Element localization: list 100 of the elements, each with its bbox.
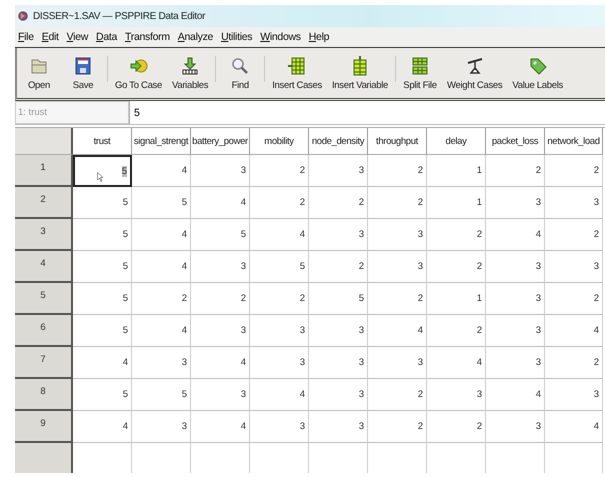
toolbar-button[interactable]: Go To Case — [110, 48, 167, 98]
table-cell[interactable]: 3 — [486, 411, 545, 443]
menu-item[interactable]: Edit — [42, 31, 59, 43]
table-cell[interactable]: 4 — [486, 219, 545, 251]
table-cell[interactable]: 2 — [250, 283, 309, 315]
table-cell[interactable]: 4 — [132, 315, 191, 347]
row-header[interactable]: 7 — [15, 347, 73, 379]
toolbar-button[interactable]: Insert Variable — [326, 48, 393, 98]
table-cell[interactable]: 3 — [191, 251, 250, 283]
table-cell[interactable]: 4 — [132, 251, 191, 283]
table-cell[interactable]: 4 — [545, 411, 603, 443]
table-cell[interactable]: 3 — [309, 155, 368, 187]
row-header[interactable]: 4 — [15, 251, 73, 283]
menu-item[interactable]: Windows — [260, 31, 301, 43]
table-cell[interactable]: 3 — [132, 411, 191, 443]
table-cell[interactable]: 3 — [250, 315, 309, 347]
toolbar-button[interactable]: Save — [61, 48, 105, 98]
table-cell[interactable]: 3 — [309, 315, 368, 347]
table-cell[interactable]: 2 — [427, 219, 486, 251]
row-header[interactable]: 8 — [15, 379, 73, 411]
table-cell[interactable]: 5 — [191, 219, 250, 251]
table-cell[interactable]: 5 — [250, 251, 309, 283]
table-cell[interactable]: 3 — [486, 187, 545, 219]
table-cell[interactable]: 3 — [250, 347, 309, 379]
table-cell[interactable]: 4 — [368, 315, 427, 347]
menu-item[interactable]: Analyze — [178, 31, 214, 43]
table-cell[interactable]: 3 — [191, 379, 250, 411]
table-cell[interactable]: 2 — [368, 187, 427, 219]
toolbar-button[interactable]: Weight Cases — [442, 48, 508, 98]
table-cell[interactable]: 1 — [427, 187, 486, 219]
column-header[interactable]: network_load — [545, 128, 603, 155]
row-header[interactable] — [15, 443, 73, 473]
table-cell[interactable]: 4 — [191, 411, 250, 443]
row-header[interactable]: 6 — [15, 315, 73, 347]
table-cell[interactable]: 5 — [73, 219, 132, 251]
menu-item[interactable]: File — [18, 31, 34, 43]
table-cell[interactable]: 5 — [132, 187, 191, 219]
table-cell[interactable]: 2 — [545, 283, 603, 315]
table-cell[interactable]: 2 — [486, 155, 545, 187]
table-cell[interactable]: 4 — [132, 219, 191, 251]
table-cell[interactable]: 4 — [250, 219, 309, 251]
table-cell[interactable]: 4 — [545, 315, 603, 347]
row-header[interactable]: 1 — [15, 155, 73, 187]
table-cell[interactable]: 3 — [545, 187, 603, 219]
table-cell[interactable]: 1 — [427, 283, 486, 315]
table-cell[interactable]: 5 — [309, 283, 368, 315]
table-cell[interactable]: 2 — [250, 155, 309, 187]
toolbar-button[interactable]: Insert Cases — [267, 48, 327, 98]
table-cell[interactable]: 2 — [250, 187, 309, 219]
table-cell[interactable]: 4 — [132, 155, 191, 187]
column-header[interactable]: battery_power — [191, 128, 250, 155]
table-cell[interactable]: 3 — [250, 411, 309, 443]
row-header[interactable]: 5 — [15, 283, 73, 315]
toolbar-button[interactable]: Split File — [398, 48, 442, 98]
table-cell[interactable]: 3 — [368, 347, 427, 379]
table-cell[interactable]: 5 — [73, 155, 132, 187]
table-cell[interactable]: 3 — [309, 411, 368, 443]
table-cell[interactable]: 3 — [309, 219, 368, 251]
table-cell[interactable]: 2 — [427, 315, 486, 347]
menu-item[interactable]: Help — [308, 31, 330, 43]
table-cell[interactable]: 5 — [73, 251, 132, 283]
table-cell[interactable]: 2 — [132, 283, 191, 315]
menu-item[interactable]: Utilities — [221, 31, 252, 43]
table-cell[interactable]: 3 — [545, 251, 603, 283]
table-cell[interactable]: 1 — [427, 155, 486, 187]
menu-item[interactable]: Transform — [125, 31, 170, 43]
table-cell[interactable]: 3 — [132, 347, 191, 379]
table-cell[interactable]: 2 — [427, 411, 486, 443]
table-cell[interactable]: 2 — [309, 251, 368, 283]
row-header[interactable]: 9 — [15, 411, 73, 443]
toolbar-button[interactable]: Variables — [167, 48, 214, 98]
column-header[interactable]: mobility — [250, 128, 309, 155]
table-cell[interactable]: 2 — [545, 347, 603, 379]
table-cell[interactable]: 2 — [545, 155, 603, 187]
table-cell[interactable]: 4 — [191, 347, 250, 379]
table-cell[interactable]: 4 — [73, 411, 132, 443]
column-header[interactable]: node_density — [309, 128, 368, 155]
table-cell[interactable]: 5 — [73, 283, 132, 315]
table-cell[interactable]: 2 — [368, 283, 427, 315]
table-cell[interactable]: 3 — [486, 347, 545, 379]
table-cell[interactable]: 2 — [368, 155, 427, 187]
row-header[interactable]: 2 — [15, 187, 73, 219]
table-cell[interactable]: 3 — [309, 347, 368, 379]
column-header[interactable]: packet_loss — [486, 128, 545, 155]
menu-item[interactable]: View — [66, 31, 88, 43]
menu-item[interactable]: Data — [96, 31, 118, 43]
table-cell[interactable]: 3 — [191, 315, 250, 347]
table-cell[interactable]: 3 — [486, 283, 545, 315]
table-cell[interactable]: 3 — [427, 379, 486, 411]
table-cell[interactable]: 3 — [486, 315, 545, 347]
table-cell[interactable]: 2 — [427, 251, 486, 283]
table-cell[interactable]: 2 — [368, 379, 427, 411]
table-cell[interactable]: 2 — [545, 219, 603, 251]
table-cell[interactable]: 5 — [73, 379, 132, 411]
table-cell[interactable]: 3 — [309, 379, 368, 411]
table-cell[interactable]: 2 — [309, 187, 368, 219]
table-cell[interactable]: 5 — [73, 315, 132, 347]
table-cell[interactable]: 3 — [191, 155, 250, 187]
table-cell[interactable]: 4 — [73, 347, 132, 379]
table-cell[interactable]: 4 — [191, 187, 250, 219]
